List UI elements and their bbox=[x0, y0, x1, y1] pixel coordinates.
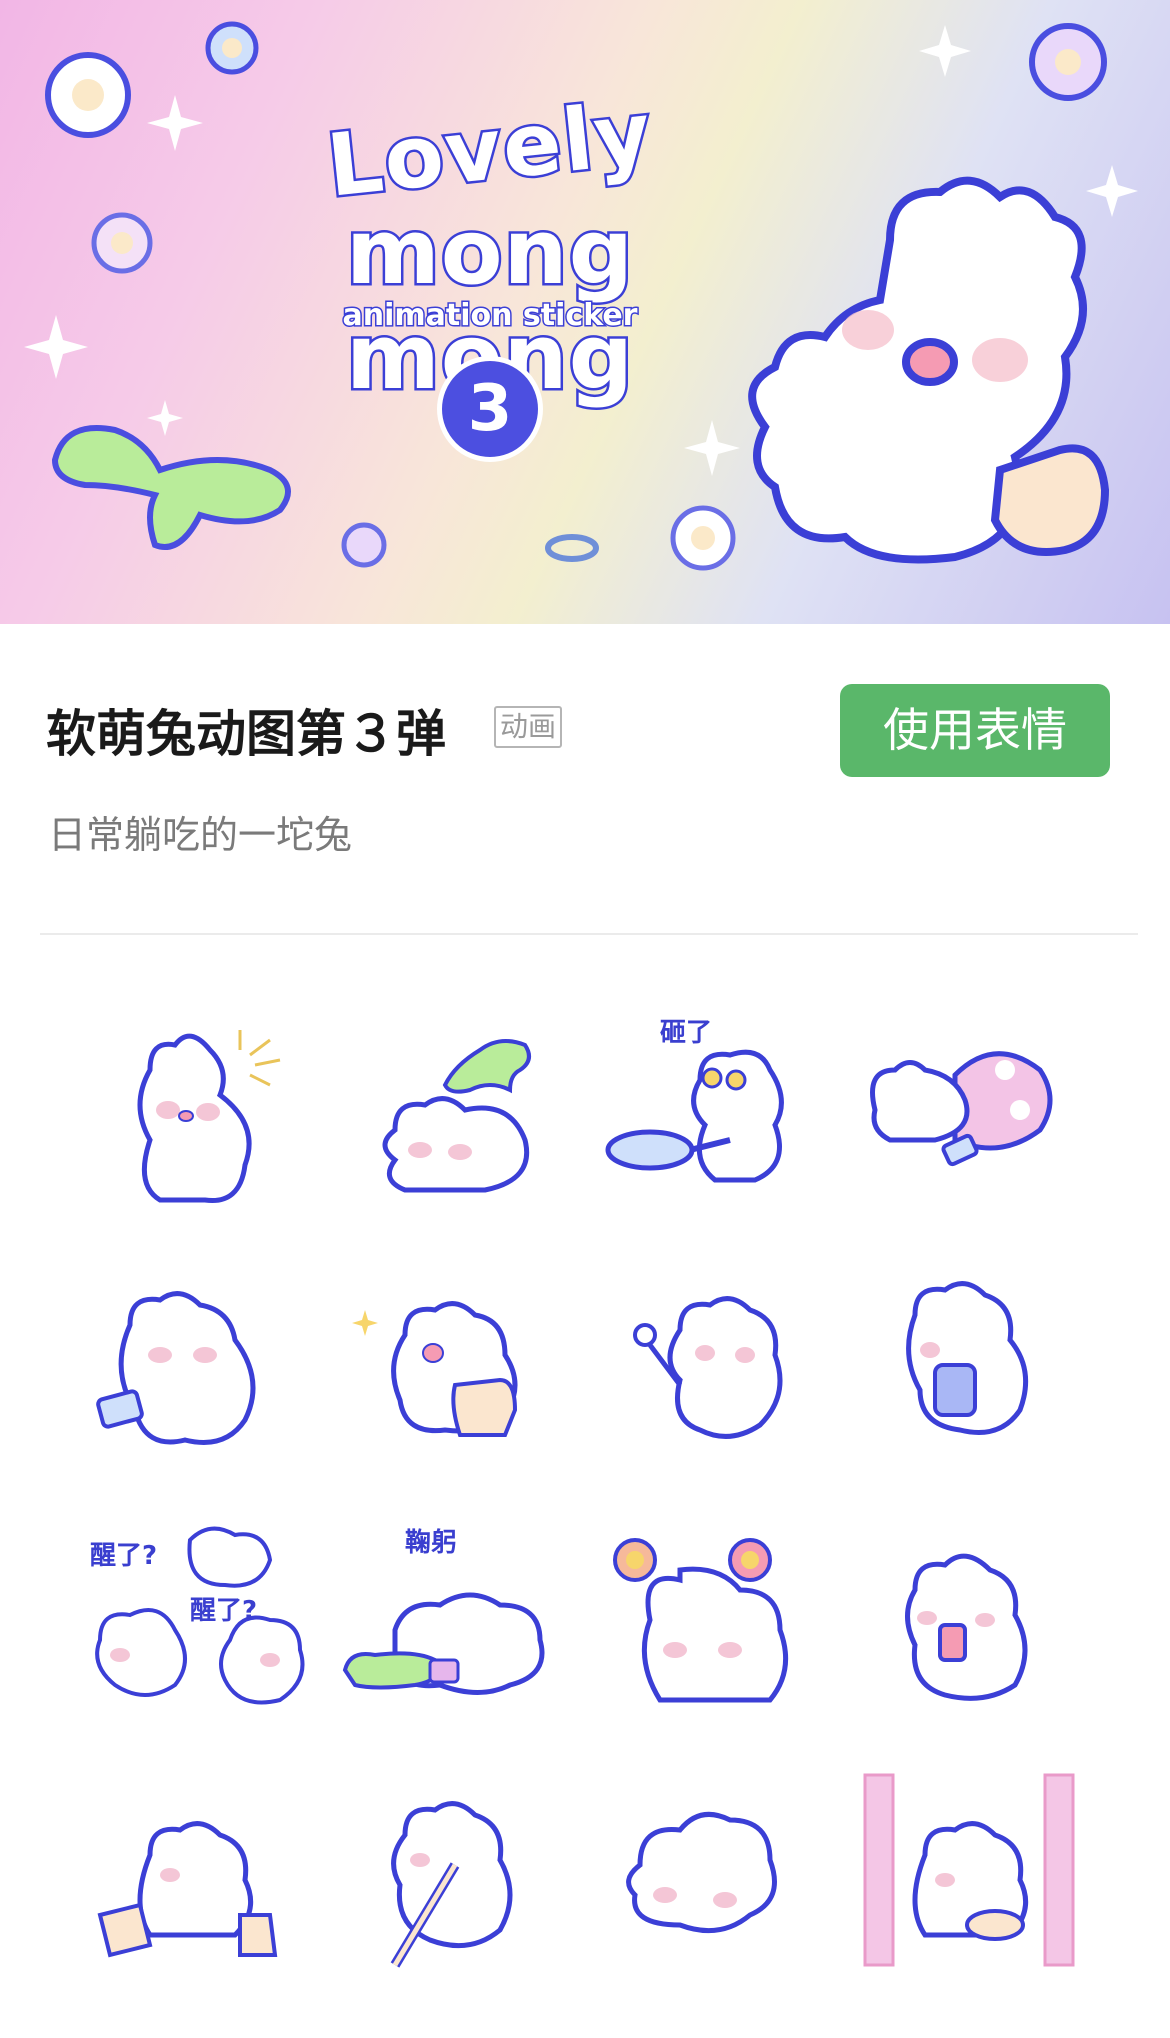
flower-icon bbox=[1029, 23, 1107, 101]
bunny-shopping-icon bbox=[97, 1821, 278, 1958]
sticker-bunny-lying-sleepy[interactable] bbox=[590, 1765, 845, 2020]
sticker-bunny-waving-sparkle[interactable] bbox=[80, 1000, 335, 1255]
banner-number-badge: 3 bbox=[437, 356, 543, 462]
flower-icon bbox=[670, 505, 736, 571]
bunny-lying-dino-icon bbox=[382, 1039, 531, 1193]
sticker-bunny-holding-phone[interactable] bbox=[845, 1510, 1100, 1765]
sticker-grid: 砸了 醒了? 醒了? 鞠躬 bbox=[80, 1000, 1100, 2020]
bunny-lying-phone-icon bbox=[96, 1291, 256, 1445]
bunny-phone-icon bbox=[905, 1553, 1028, 1701]
dino-icon bbox=[51, 425, 291, 550]
sticker-bunny-wake-up-group[interactable]: 醒了? 醒了? bbox=[80, 1510, 335, 1765]
pack-banner: Lovely mong mong animation sticker 3 bbox=[0, 0, 1170, 624]
sticker-bunny-drinking[interactable] bbox=[845, 1255, 1100, 1510]
divider bbox=[40, 933, 1138, 935]
pack-description: 日常躺吃的一坨兔 bbox=[48, 813, 353, 857]
flower-icon bbox=[341, 522, 387, 568]
sticker-caption: 鞠躬 bbox=[405, 1528, 458, 1558]
flower-icon bbox=[205, 21, 259, 75]
sticker-bunny-lying-with-dino[interactable] bbox=[335, 1000, 590, 1255]
bunny-blanket-icon bbox=[870, 1051, 1053, 1167]
bunny-waving-icon bbox=[137, 1030, 281, 1204]
sticker-bunny-lying-phone[interactable] bbox=[80, 1255, 335, 1510]
sticker-bunny-eating-spoon[interactable] bbox=[590, 1255, 845, 1510]
bunny-bowing-icon bbox=[342, 1592, 545, 1695]
flower-icon bbox=[91, 212, 153, 274]
sticker-bunny-flower-antennae[interactable] bbox=[590, 1510, 845, 1765]
sticker-bunny-pan-dizzy[interactable]: 砸了 bbox=[590, 1000, 845, 1255]
sticker-caption: 砸了 bbox=[660, 1018, 713, 1048]
bunny-drink-icon bbox=[906, 1281, 1029, 1435]
animation-type-badge: 动画 bbox=[494, 706, 563, 748]
sticker-bunny-under-blanket-phone[interactable] bbox=[845, 1000, 1100, 1255]
bunny-banner-icon bbox=[863, 1773, 1075, 1967]
sticker-caption: 醒了? bbox=[190, 1596, 258, 1626]
sticker-bunny-playing-flute[interactable] bbox=[335, 1765, 590, 2020]
pack-title: 软萌兔动图第３弹 bbox=[46, 705, 446, 763]
bunny-spoon-icon bbox=[633, 1296, 783, 1439]
sticker-bunny-shopping-bags[interactable] bbox=[80, 1765, 335, 2020]
ring-icon bbox=[545, 534, 599, 562]
flower-icon bbox=[45, 52, 131, 138]
bunny-pan-icon bbox=[605, 1049, 784, 1183]
use-sticker-button[interactable]: 使用表情 bbox=[840, 684, 1110, 777]
bunny-sleepy-icon bbox=[626, 1811, 777, 1934]
bunny-illustration bbox=[748, 176, 1110, 564]
sticker-bunny-banner-bowl[interactable] bbox=[845, 1765, 1100, 2020]
bunny-flower-icon bbox=[613, 1538, 789, 1703]
sticker-caption: 醒了? bbox=[90, 1541, 158, 1571]
bunny-flute-icon bbox=[390, 1801, 513, 1968]
bunny-bag-icon bbox=[352, 1301, 518, 1437]
sticker-bunny-bowing-dino[interactable]: 鞠躬 bbox=[335, 1510, 590, 1765]
sticker-bunny-with-bag[interactable] bbox=[335, 1255, 590, 1510]
banner-subtitle: animation sticker bbox=[341, 297, 639, 335]
